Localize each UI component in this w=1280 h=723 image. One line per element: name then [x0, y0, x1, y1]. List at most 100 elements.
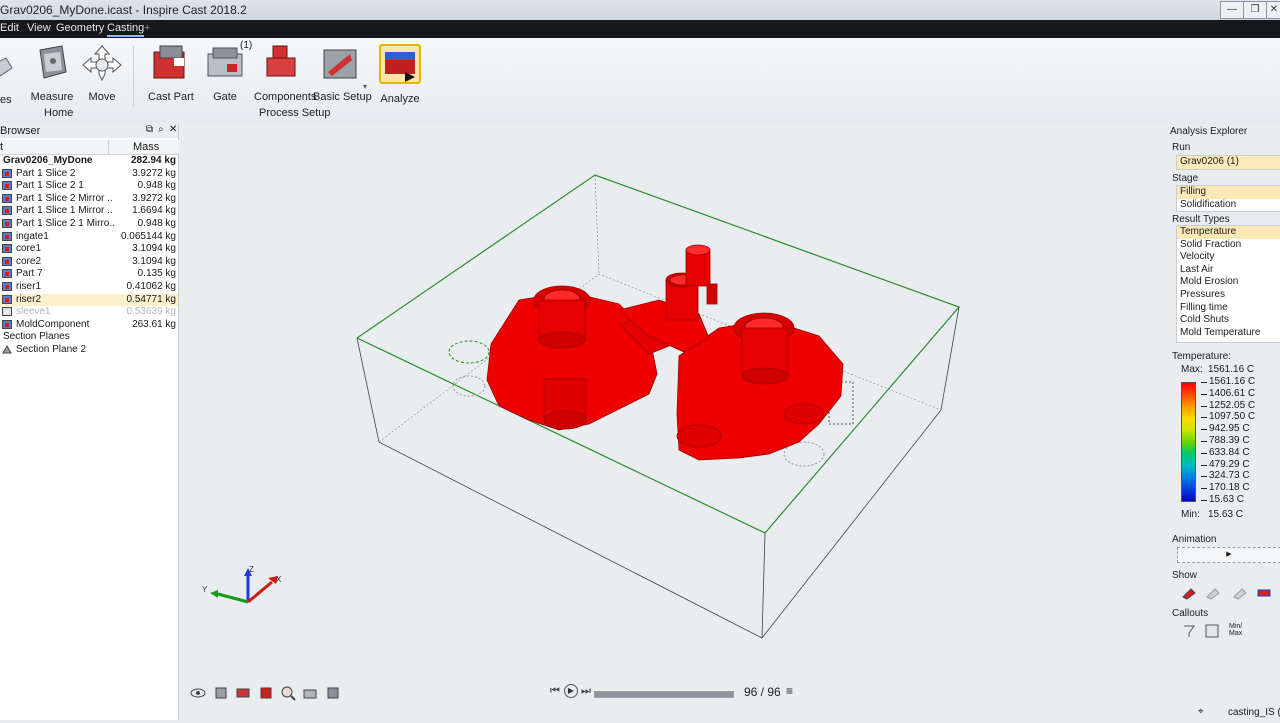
menu-geometry[interactable]: Geometry	[56, 22, 104, 34]
components-button[interactable]: Components	[254, 44, 316, 103]
result-type-option[interactable]: Velocity	[1177, 251, 1280, 264]
tree-row[interactable]: core2 3.1094 kg	[0, 256, 178, 269]
show-gating-icon[interactable]	[1205, 585, 1221, 601]
svg-text:Y: Y	[202, 585, 208, 594]
tree-row[interactable]: Part 1 Slice 2 1 Mirro.. 0.948 kg	[0, 218, 178, 231]
view-eye-icon[interactable]	[190, 685, 206, 701]
legend-value: 1252.05 C	[1201, 400, 1255, 411]
measure-button[interactable]: Measure	[30, 44, 74, 103]
result-type-option[interactable]: Pressures	[1177, 289, 1280, 302]
show-mold-icon[interactable]	[1232, 585, 1248, 601]
ribbon-toolbar: es Measure Move Home Cast Part (1) Gate …	[0, 38, 1280, 124]
name-column-header[interactable]: t	[0, 140, 108, 155]
tree-row[interactable]: ingate1 0.065144 kg	[0, 231, 178, 244]
tree-row[interactable]: Section Plane 2	[0, 344, 178, 357]
show-part-icon[interactable]	[1181, 585, 1197, 601]
result-type-option[interactable]: Solid Fraction	[1177, 239, 1280, 252]
result-type-option[interactable]: Last Air	[1177, 264, 1280, 277]
legend-tick	[1201, 488, 1207, 490]
ribbon-separator	[133, 46, 134, 106]
tree-row[interactable]: riser2 0.54771 kg	[0, 293, 178, 307]
stage-list: Filling Solidification	[1176, 185, 1280, 213]
cast-part-icon	[150, 44, 190, 82]
truncated-tool-icon[interactable]	[0, 54, 14, 80]
tree-row[interactable]: Grav0206_MyDone 282.94 kg	[0, 155, 178, 168]
skip-back-button[interactable]: ⏮	[550, 685, 560, 698]
tree-row-mass: 0.948 kg	[137, 180, 176, 192]
result-type-option[interactable]: Temperature	[1177, 226, 1280, 239]
animation-play-button[interactable]: ▶	[1177, 547, 1280, 563]
cast-part-button[interactable]: Cast Part	[148, 44, 194, 103]
render-settings-icon[interactable]	[302, 685, 318, 701]
analyze-button[interactable]: Analyze	[378, 44, 422, 105]
result-type-option[interactable]: Cold Shuts	[1177, 314, 1280, 327]
browser-search-icon[interactable]: ⌕	[158, 124, 164, 135]
browser-options-icon[interactable]: ⧉	[146, 124, 153, 135]
menu-casting[interactable]: Casting	[107, 22, 145, 37]
skip-forward-button[interactable]: ⏭	[581, 685, 591, 698]
tree-row[interactable]: Part 1 Slice 2 1 0.948 kg	[0, 180, 178, 193]
legend-value-text: 633.84 C	[1209, 446, 1250, 458]
tree-row[interactable]: core1 3.1094 kg	[0, 243, 178, 256]
menu-edit[interactable]: Edit	[0, 22, 19, 34]
3d-viewport[interactable]	[179, 124, 1169, 720]
browser-close-icon[interactable]: ✕	[169, 124, 177, 135]
min-max-callout-button[interactable]: Min/ Max	[1229, 623, 1247, 637]
tree-row-name: Section Plane 2	[16, 344, 87, 355]
analysis-explorer-title: Analysis Explorer	[1170, 126, 1248, 137]
legend-tick	[1201, 452, 1207, 454]
move-button[interactable]: Move	[82, 44, 122, 103]
result-type-option[interactable]: Mold Temperature	[1177, 327, 1280, 340]
stage-option[interactable]: Solidification	[1177, 199, 1280, 212]
animation-label: Animation	[1172, 534, 1217, 545]
mass-column-header[interactable]: Mass	[108, 140, 179, 155]
browser-title: Browser	[0, 125, 41, 137]
part-icon	[2, 206, 12, 216]
view-cube-icon[interactable]	[213, 685, 229, 701]
tree-row[interactable]: sleeve1 0.53639 kg	[0, 306, 178, 319]
tree-row[interactable]: riser1 0.41062 kg	[0, 281, 178, 294]
tree-row[interactable]: Part 1 Slice 2 3.9272 kg	[0, 168, 178, 181]
stage-option[interactable]: Filling	[1177, 186, 1280, 199]
callout-probe-icon[interactable]	[1181, 623, 1197, 639]
viewport-canvas	[356, 174, 961, 639]
section-cut-icon[interactable]	[235, 685, 251, 701]
tree-row[interactable]: MoldComponent 263.61 kg	[0, 319, 178, 332]
result-type-option[interactable]: Filling time	[1177, 302, 1280, 315]
status-location-icon[interactable]: ⌖	[1198, 706, 1204, 717]
add-tab-button[interactable]: +	[144, 22, 150, 34]
show-core-icon[interactable]	[1256, 585, 1272, 601]
display-mode-icon[interactable]	[258, 685, 274, 701]
tree-row[interactable]: Part 7 0.135 kg	[0, 268, 178, 281]
basic-setup-button[interactable]: Basic Setup	[313, 44, 372, 103]
tree-row[interactable]: Part 1 Slice 1 Mirror .. 1.6694 kg	[0, 205, 178, 218]
gate-icon	[205, 44, 245, 82]
legend-value-text: 1561.16 C	[1209, 376, 1256, 387]
legend-tick	[1201, 417, 1207, 419]
tree-row-name: Part 1 Slice 2	[16, 167, 76, 179]
legend-tick	[1201, 476, 1207, 478]
result-type-option[interactable]: Mold Erosion	[1177, 276, 1280, 289]
gate-button[interactable]: (1) Gate	[204, 40, 252, 103]
timeline-slider[interactable]	[594, 691, 734, 698]
basic-setup-dropdown-icon[interactable]: ▾	[363, 82, 367, 91]
playback-menu-icon[interactable]: ≡	[786, 684, 793, 698]
tree-row-name: Part 1 Slice 1 Mirror ..	[16, 205, 113, 217]
tree-row[interactable]: Part 1 Slice 2 Mirror .. 3.9272 kg	[0, 193, 178, 206]
frame-counter: 96 / 96	[744, 685, 781, 699]
tree-row[interactable]: Section Planes	[0, 331, 178, 344]
truncated-tool-label: es	[0, 94, 12, 106]
tree-row-mass: 0.41062 kg	[126, 281, 177, 292]
maximize-button[interactable]: ❐	[1243, 1, 1267, 19]
close-button[interactable]: ✕	[1266, 1, 1280, 19]
zoom-icon[interactable]	[280, 685, 296, 701]
menu-view[interactable]: View	[27, 22, 51, 34]
box-view-icon[interactable]	[325, 685, 341, 701]
callout-note-icon[interactable]	[1204, 623, 1220, 639]
play-button[interactable]: ▶	[564, 684, 578, 698]
part-icon	[2, 219, 12, 228]
legend-value: 942.95 C	[1201, 423, 1250, 434]
run-select[interactable]: Grav0206 (1)	[1176, 155, 1280, 170]
tree-row-mass: 3.1094 kg	[132, 255, 176, 267]
minimize-button[interactable]: —	[1220, 1, 1244, 19]
